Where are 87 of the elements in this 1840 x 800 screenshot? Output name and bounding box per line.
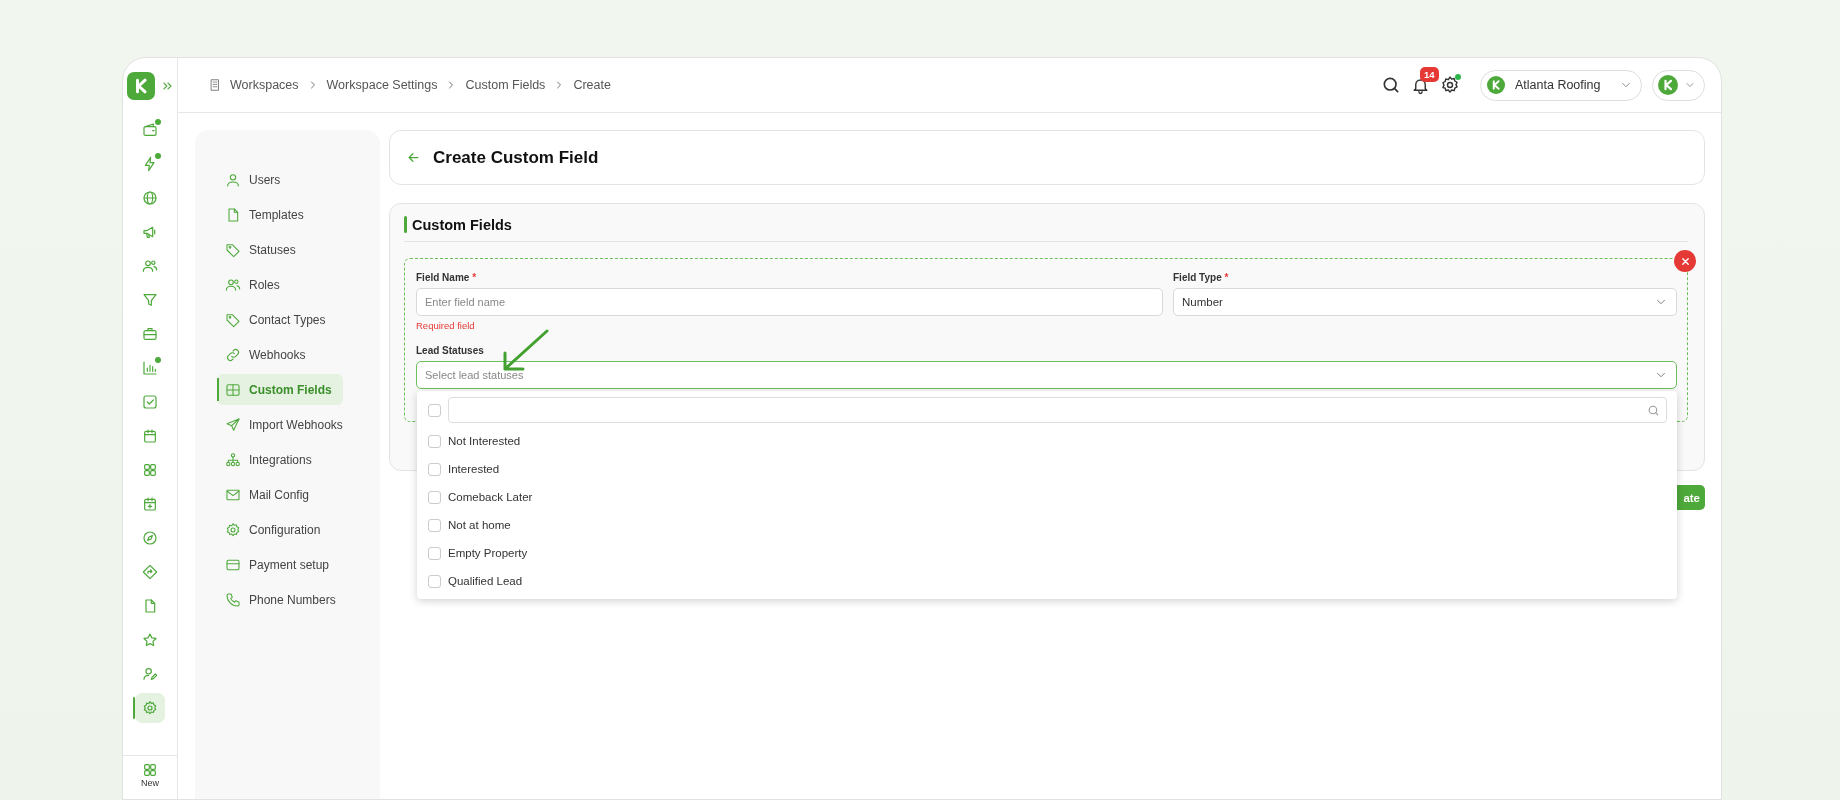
tag-icon	[225, 311, 241, 328]
field-label: Field Name *	[416, 272, 478, 283]
option-item[interactable]: Not at home	[428, 511, 1667, 539]
logo-icon	[127, 71, 155, 100]
gear-icon	[142, 700, 158, 716]
file-icon	[225, 206, 241, 223]
diamond-icon	[142, 564, 158, 580]
checkbox[interactable]	[428, 518, 441, 532]
settings-menu-item[interactable]: Contact Types	[217, 304, 343, 335]
search-icon[interactable]	[1381, 75, 1401, 95]
settings-menu-item[interactable]: Users	[217, 164, 343, 195]
star-icon	[142, 632, 158, 648]
option-item[interactable]: Comeback Later	[428, 483, 1667, 511]
arrow-left-icon[interactable]	[406, 150, 421, 165]
gear-icon	[225, 521, 241, 538]
new-button[interactable]: New	[123, 755, 177, 799]
phone-icon	[225, 591, 241, 608]
lead-statuses-select[interactable]: Select lead statuses	[416, 361, 1677, 389]
settings-menu-item[interactable]: Mail Config	[217, 479, 343, 510]
status-dot	[155, 357, 161, 363]
settings-menu-item[interactable]: Phone Numbers	[217, 584, 343, 615]
calendar-icon	[142, 428, 158, 444]
option-item[interactable]: Not Interested	[428, 427, 1667, 455]
settings-menu-item[interactable]: Custom Fields	[217, 374, 343, 405]
users-icon	[142, 258, 158, 274]
settings-menu-item[interactable]: Statuses	[217, 234, 343, 265]
breadcrumb-link[interactable]: Custom Fields	[465, 78, 546, 92]
annotation-arrow	[501, 328, 551, 372]
sitemap-icon	[225, 451, 241, 468]
error-message: Required field	[416, 320, 476, 331]
wallet-icon	[142, 122, 158, 138]
filter-icon	[142, 292, 158, 308]
send-icon	[225, 416, 241, 433]
field-name-input[interactable]: Enter field name	[416, 288, 1163, 316]
option-item[interactable]: Qualified Lead	[428, 567, 1667, 595]
option-item[interactable]: Interested	[428, 455, 1667, 483]
briefcase-icon	[142, 326, 158, 342]
notification-badge: 14	[1420, 66, 1439, 82]
breadcrumb-link[interactable]: Create	[573, 78, 611, 92]
accent-bar	[404, 216, 407, 233]
settings-menu-item[interactable]: Import Webhooks	[217, 409, 343, 440]
breadcrumb-link[interactable]: Workspaces	[230, 78, 299, 92]
option-item[interactable]: Empty Property	[428, 539, 1667, 567]
checkbox[interactable]	[428, 434, 441, 448]
checkbox[interactable]	[428, 546, 441, 560]
page-title: Create Custom Field	[433, 147, 599, 168]
file-icon	[142, 598, 158, 614]
checkbox[interactable]	[428, 462, 441, 476]
search-icon	[1647, 403, 1660, 417]
settings-menu-item[interactable]: Integrations	[217, 444, 343, 475]
settings-menu-item[interactable]: Configuration	[217, 514, 343, 545]
check-square-icon	[142, 394, 158, 410]
settings-menu-item[interactable]: Webhooks	[217, 339, 343, 370]
field-label: Field Type *	[1173, 272, 1230, 283]
bolt-icon	[142, 156, 158, 172]
field-type-select[interactable]: Number	[1173, 288, 1677, 316]
globe-icon	[142, 190, 158, 206]
settings-menu-item[interactable]: Templates	[217, 199, 343, 230]
search-field[interactable]	[448, 397, 1667, 423]
building-icon	[208, 78, 222, 92]
grid-icon	[142, 462, 158, 478]
checkbox[interactable]	[428, 574, 441, 588]
user-icon	[225, 171, 241, 188]
status-dot	[155, 153, 161, 159]
checkbox[interactable]	[428, 403, 441, 417]
user-pen-icon	[142, 666, 158, 682]
link-icon	[225, 346, 241, 363]
calendar-plus-icon	[142, 496, 158, 512]
checkbox[interactable]	[428, 490, 441, 504]
gear-icon[interactable]	[1440, 75, 1460, 95]
table-icon	[225, 381, 241, 398]
settings-menu-item[interactable]: Payment setup	[217, 549, 343, 580]
tag-icon	[225, 241, 241, 258]
field-label: Lead Statuses	[416, 345, 485, 356]
remove-button[interactable]	[1674, 250, 1696, 272]
section-title: Custom Fields	[412, 216, 512, 233]
logo-icon	[1658, 75, 1678, 95]
compass-icon	[142, 530, 158, 546]
logo-icon	[1487, 76, 1505, 94]
breadcrumb-link[interactable]: Workspace Settings	[326, 78, 438, 92]
settings-menu-item[interactable]: Roles	[217, 269, 343, 300]
users-icon	[225, 276, 241, 293]
nav-item[interactable]	[135, 693, 165, 723]
megaphone-icon	[142, 224, 158, 240]
chart-icon	[142, 360, 158, 376]
status-dot	[155, 119, 161, 125]
grid-icon	[142, 762, 158, 778]
